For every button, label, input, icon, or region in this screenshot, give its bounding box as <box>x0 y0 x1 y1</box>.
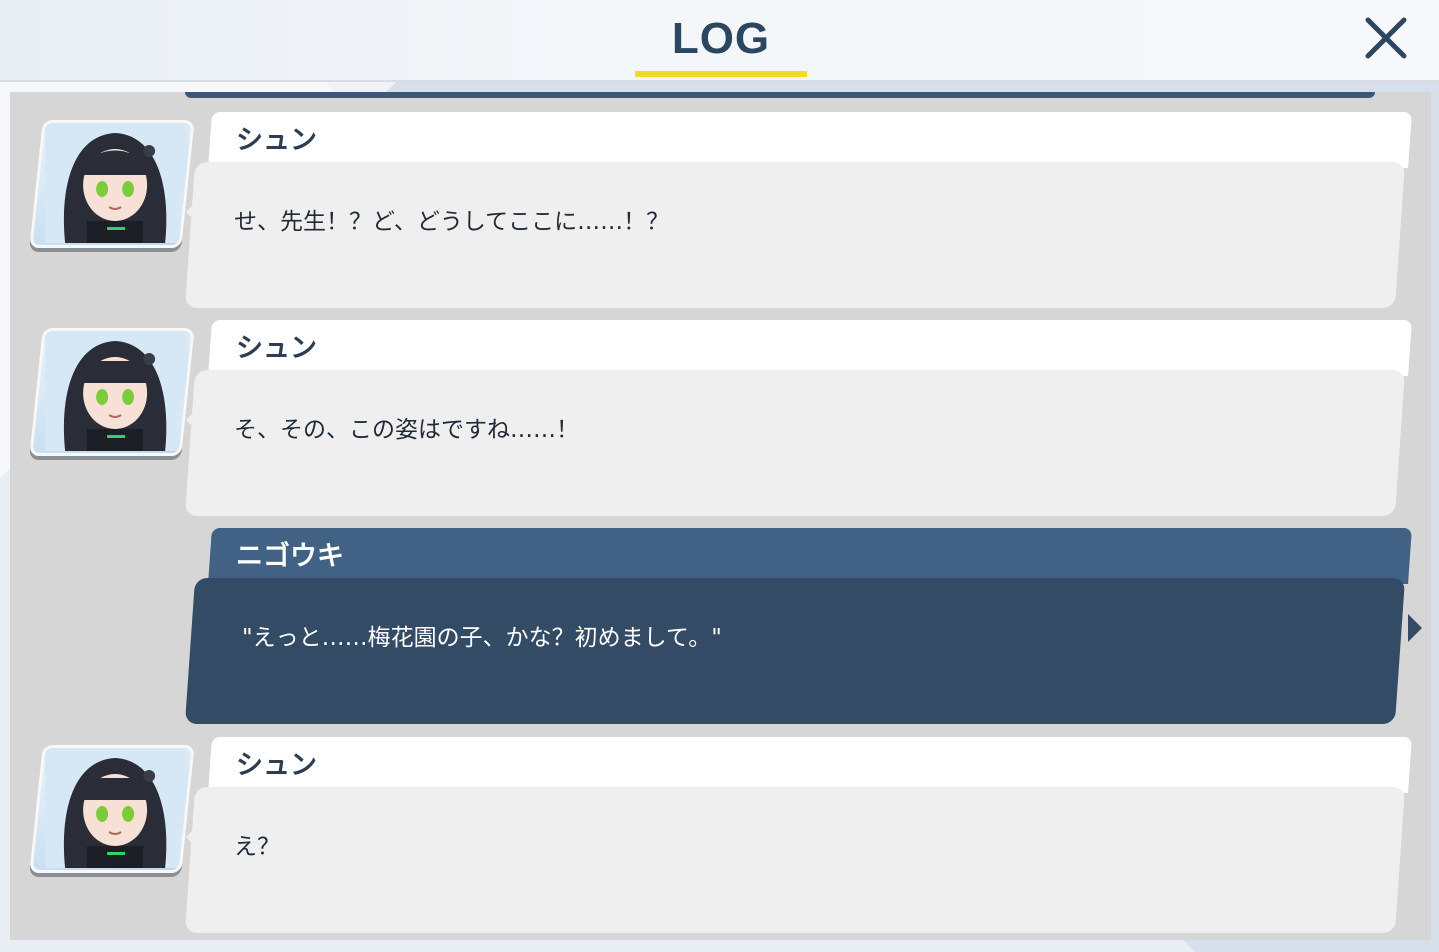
dialogue-text: そ、その、この姿はですね……！ <box>234 417 579 443</box>
speech-pointer <box>186 823 200 851</box>
speech-pointer <box>186 198 200 226</box>
speaker-name: ニゴウキ <box>236 541 344 572</box>
close-button[interactable] <box>1360 12 1412 64</box>
character-avatar <box>29 120 195 248</box>
speaker-bar <box>208 112 1412 168</box>
character-avatar <box>29 328 195 456</box>
previous-entry-edge <box>185 92 1375 98</box>
speaker-bar <box>208 737 1412 793</box>
log-entry: シュン え？ <box>10 737 1431 933</box>
dialogue-text: せ、先生！？ど、どうしてここに……！？ <box>234 209 670 235</box>
log-entry-player: ニゴウキ "えっと……梅花園の子、かな？初めまして。" <box>10 528 1431 724</box>
log-entry: シュン せ、先生！？ど、どうしてここに……！？ <box>10 112 1431 308</box>
dialogue-text: "えっと……梅花園の子、かな？初めまして。" <box>242 625 722 651</box>
speaker-bar <box>208 320 1412 376</box>
title-underline <box>635 71 807 77</box>
speech-pointer <box>186 406 200 434</box>
speaker-bar <box>208 528 1412 584</box>
speaker-name: シュン <box>236 750 317 781</box>
dialogue-text: え？ <box>234 834 280 860</box>
speech-pointer <box>1408 614 1422 642</box>
log-header: LOG <box>0 0 1439 82</box>
log-list[interactable]: シュン せ、先生！？ど、どうしてここに……！？ シュン そ、その、この姿はですね… <box>10 92 1431 940</box>
close-icon <box>1365 17 1407 59</box>
speaker-name: シュン <box>236 125 317 156</box>
page-title: LOG <box>671 14 771 63</box>
dialogue-box <box>184 787 1406 933</box>
speaker-name: シュン <box>236 333 317 364</box>
log-entry: シュン そ、その、この姿はですね……！ <box>10 320 1431 516</box>
character-avatar <box>29 745 195 873</box>
